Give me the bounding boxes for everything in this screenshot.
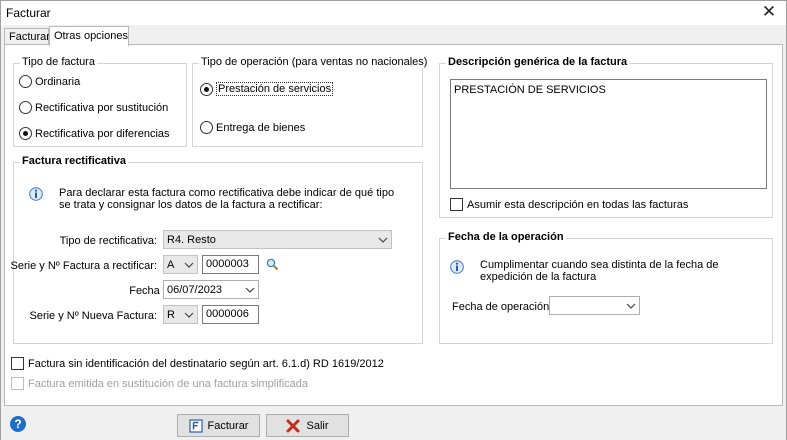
tipo-factura-group: Tipo de factura Ordinaria Rectificativa … — [13, 56, 187, 147]
info-icon — [29, 187, 43, 201]
tipo-operacion-group: Tipo de operación (para ventas no nacion… — [192, 56, 430, 147]
search-icon[interactable] — [266, 258, 279, 271]
info-icon — [450, 260, 464, 274]
radio-circle-selected[interactable] — [200, 82, 213, 96]
radio-label: Rectificativa por diferencias — [35, 127, 170, 140]
dialog-window: Facturar ✕ Facturar Otras opciones Tipo … — [0, 0, 787, 440]
factura-rectificativa-group: Factura rectificativa Para declarar esta… — [10, 155, 423, 344]
radio-rect-diferencias[interactable]: Rectificativa por diferencias — [19, 127, 170, 140]
facturar-button[interactable]: Facturar — [177, 414, 260, 437]
nueva-numero-input[interactable]: 0000006 — [202, 305, 259, 324]
radio-circle[interactable] — [19, 75, 32, 88]
radio-circle-selected[interactable] — [19, 127, 32, 140]
fecha-operacion-group: Fecha de la operación Cumplimentar cuand… — [439, 231, 773, 344]
invoice-icon — [188, 418, 203, 433]
radio-circle[interactable] — [19, 101, 32, 114]
facturar-label: Facturar — [207, 419, 249, 432]
chevron-down-icon[interactable] — [375, 231, 391, 248]
tipo-rectificativa-select[interactable]: R4. Resto — [163, 230, 392, 249]
chevron-down-icon[interactable] — [181, 256, 197, 273]
serie-rectificar-select[interactable]: A — [163, 255, 198, 274]
radio-circle[interactable] — [200, 121, 213, 134]
descripcion-legend: Descripción genérica de la factura — [446, 56, 630, 68]
tab-panel: Tipo de factura Ordinaria Rectificativa … — [4, 44, 783, 406]
sustitucion-simplificada-checkbox-row: Factura emitida en sustitución de una fa… — [11, 377, 308, 390]
chevron-down-icon[interactable] — [623, 297, 639, 314]
sin-identificacion-checkbox[interactable] — [11, 357, 24, 370]
radio-label: Prestación de servicios — [216, 82, 334, 96]
radio-prestacion-servicios[interactable]: Prestación de servicios — [200, 82, 334, 96]
sustitucion-simplificada-label: Factura emitida en sustitución de una fa… — [28, 377, 309, 390]
numero-rectificar-input[interactable]: 0000003 — [202, 255, 259, 274]
salir-label: Salir — [306, 419, 329, 432]
tipo-factura-legend: Tipo de factura — [20, 56, 97, 68]
radio-label: Ordinaria — [35, 75, 81, 88]
nueva-serie-select[interactable]: R — [163, 305, 198, 324]
fecha-rectificar-datepicker[interactable]: 06/07/2023 — [163, 280, 259, 299]
chevron-down-icon[interactable] — [242, 281, 258, 298]
fecha-operacion-label: Fecha de operación: — [452, 301, 553, 313]
asumir-descripcion-label: Asumir esta descripción en todas las fac… — [467, 198, 689, 211]
title-bar: Facturar ✕ — [1, 1, 786, 25]
factura-rectificativa-legend: Factura rectificativa — [20, 155, 128, 167]
nueva-serie-value: R — [167, 308, 175, 321]
fecha-operacion-info-text: Cumplimentar cuando sea distinta de la f… — [480, 259, 719, 283]
radio-label: Rectificativa por sustitución — [35, 101, 169, 114]
sustitucion-simplificada-checkbox — [11, 377, 24, 390]
descripcion-group: Descripción genérica de la factura PREST… — [439, 56, 773, 218]
help-icon[interactable]: ? — [10, 416, 26, 432]
rectificativa-info-text: Para declarar esta factura como rectific… — [59, 187, 395, 211]
tab-otras-opciones[interactable]: Otras opciones — [49, 26, 129, 46]
sin-identificacion-label: Factura sin identificación del destinata… — [28, 357, 384, 370]
radio-label: Entrega de bienes — [216, 121, 306, 134]
radio-ordinaria[interactable]: Ordinaria — [19, 75, 80, 88]
fecha-rectificar-value: 06/07/2023 — [167, 283, 223, 296]
tab-facturar[interactable]: Facturar — [4, 28, 50, 45]
window-title: Facturar — [6, 6, 51, 20]
fecha-operacion-datepicker[interactable] — [549, 296, 640, 315]
button-bar: ? Facturar Salir — [1, 407, 786, 440]
close-x-icon — [286, 419, 300, 432]
radio-entrega-bienes[interactable]: Entrega de bienes — [200, 121, 305, 134]
serie-rectificar-label: Serie y Nº Factura a rectificar: — [10, 260, 157, 272]
sin-identificacion-checkbox-row[interactable]: Factura sin identificación del destinata… — [11, 357, 384, 370]
chevron-down-icon[interactable] — [181, 306, 197, 323]
tipo-rectificativa-label: Tipo de rectificativa: — [59, 235, 157, 247]
asumir-descripcion-checkbox-row[interactable]: Asumir esta descripción en todas las fac… — [450, 198, 688, 211]
asumir-descripcion-checkbox[interactable] — [450, 198, 463, 211]
tipo-rectificativa-value: R4. Resto — [167, 233, 216, 246]
close-icon[interactable]: ✕ — [758, 2, 780, 24]
serie-rectificar-value: A — [167, 258, 175, 271]
salir-button[interactable]: Salir — [266, 414, 349, 437]
radio-rect-sustitucion[interactable]: Rectificativa por sustitución — [19, 101, 168, 114]
nueva-factura-label: Serie y Nº Nueva Factura: — [29, 310, 157, 322]
fecha-operacion-legend: Fecha de la operación — [446, 231, 566, 243]
tipo-operacion-legend: Tipo de operación (para ventas no nacion… — [199, 56, 430, 68]
descripcion-textarea[interactable]: PRESTACIÓN DE SERVICIOS — [450, 79, 767, 189]
